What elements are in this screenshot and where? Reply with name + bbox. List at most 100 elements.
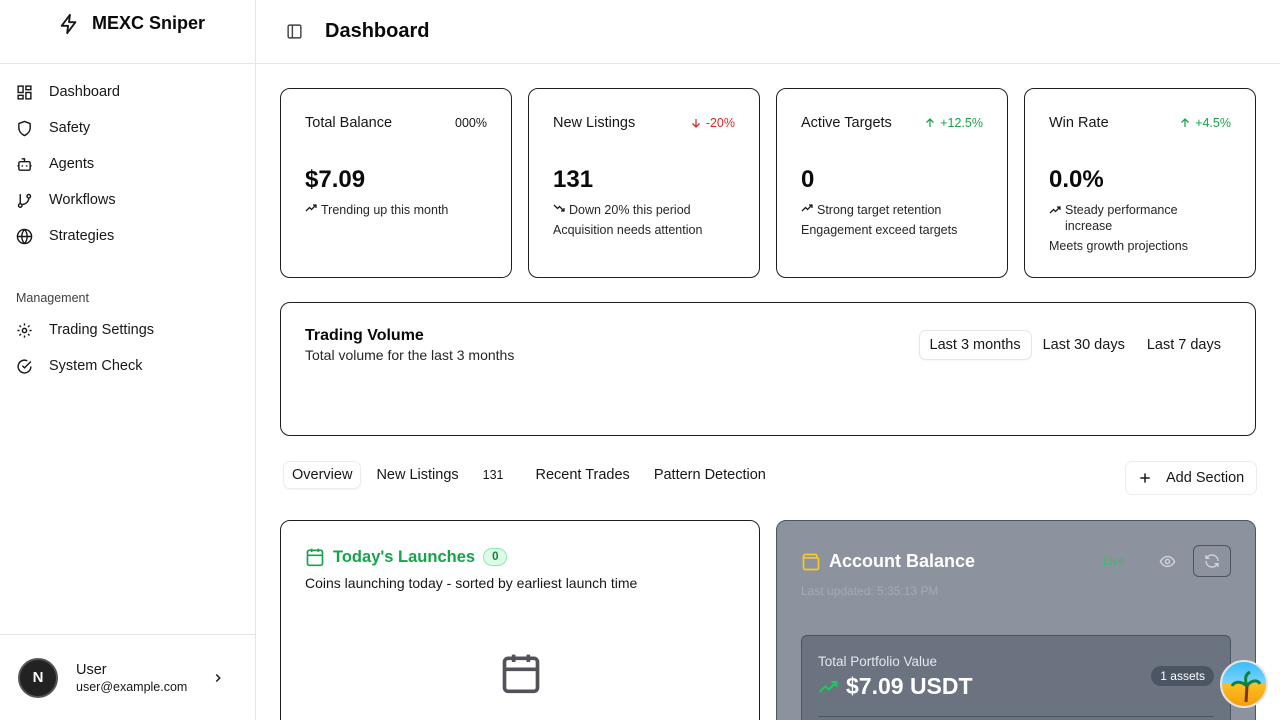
sidebar-item-trading-settings[interactable]: Trading Settings	[0, 312, 255, 348]
trending-up-icon	[818, 677, 838, 697]
divider	[818, 716, 1214, 717]
sidebar-item-label: System Check	[49, 358, 143, 374]
stat-value: 0.0%	[1049, 166, 1104, 193]
chevron-right-icon	[211, 671, 225, 685]
stat-note: Steady performance increase	[1049, 202, 1199, 234]
stat-sub: Acquisition needs attention	[553, 223, 703, 237]
stat-note: Trending up this month	[305, 202, 487, 218]
stat-note-text: Trending up this month	[321, 203, 449, 217]
sidebar-item-label: Dashboard	[49, 84, 120, 100]
stat-title: Active Targets	[801, 115, 892, 131]
add-section-button[interactable]: Add Section	[1126, 462, 1256, 494]
tab-count-badge: 131	[482, 468, 504, 482]
sidebar-item-label: Safety	[49, 120, 91, 136]
avatar: N	[18, 657, 58, 698]
assets-badge: 1 assets	[1151, 666, 1214, 686]
sidebar-item-label: Agents	[49, 156, 95, 172]
account-balance-title: Account Balance	[829, 551, 976, 571]
trending-up-icon	[305, 202, 317, 214]
user-menu[interactable]: N User user@example.com	[0, 634, 255, 720]
stat-value: 0	[801, 166, 815, 193]
sidebar-toggle-icon[interactable]	[286, 23, 303, 40]
management-group-label: Management	[16, 291, 89, 305]
launches-count-badge: 0	[483, 548, 508, 566]
stat-value: 131	[553, 166, 594, 193]
stat-change: +4.5%	[1179, 116, 1231, 130]
trending-up-icon	[1049, 204, 1061, 216]
sidebar-item-label: Strategies	[49, 228, 115, 244]
live-indicator: Live	[1103, 554, 1126, 568]
launches-title: Today's Launches	[333, 547, 476, 566]
stat-card-new-listings: New Listings -20% 131 Down 20% this peri…	[528, 88, 760, 278]
stat-title: Total Balance	[305, 115, 393, 131]
check-circle-icon	[16, 358, 33, 375]
lightning-icon	[58, 13, 80, 35]
stat-title: Win Rate	[1049, 115, 1109, 131]
todays-launches-card: Today's Launches 0 Coins launching today…	[280, 520, 760, 720]
add-section-label: Add Section	[1166, 470, 1245, 486]
tab-overview[interactable]: Overview	[284, 462, 361, 488]
arrow-up-icon	[1179, 117, 1191, 129]
stat-note-text: Steady performance increase	[1065, 203, 1178, 233]
stat-change-value: +4.5%	[1195, 116, 1231, 130]
calendar-icon	[305, 547, 325, 567]
plus-icon	[1138, 471, 1152, 485]
stat-change-value: 000%	[455, 116, 487, 130]
stat-sub: Engagement exceed targets	[801, 223, 958, 237]
header: Dashboard	[256, 0, 1280, 64]
floating-assistant-avatar[interactable]	[1220, 660, 1268, 708]
sidebar-item-label: Trading Settings	[49, 322, 155, 338]
gear-icon	[16, 322, 33, 339]
stat-value: $7.09	[305, 166, 366, 193]
sidebar-item-label: Workflows	[49, 192, 116, 208]
dashboard-icon	[16, 84, 33, 101]
sidebar-item-strategies[interactable]: Strategies	[0, 218, 255, 254]
stat-title: New Listings	[553, 115, 636, 131]
range-last-7-days[interactable]: Last 7 days	[1137, 331, 1231, 359]
calendar-empty-icon	[499, 651, 543, 695]
page-title: Dashboard	[325, 20, 430, 42]
stat-change: 000%	[455, 116, 487, 130]
wallet-icon	[801, 552, 821, 572]
stat-change-value: +12.5%	[940, 116, 983, 130]
trading-volume-card: Trading Volume Total volume for the last…	[280, 302, 1256, 436]
user-email: user@example.com	[76, 679, 188, 694]
sidebar-item-dashboard[interactable]: Dashboard	[0, 74, 255, 110]
sidebar-nav: Dashboard Safety Agents Workflows Strate…	[0, 64, 255, 384]
range-last-30-days[interactable]: Last 30 days	[1033, 331, 1135, 359]
sidebar: MEXC Sniper Dashboard Safety Agents Work…	[0, 0, 256, 720]
user-name: User	[76, 661, 107, 678]
bot-icon	[16, 156, 33, 173]
stat-card-active-targets: Active Targets +12.5% 0 Strong target re…	[776, 88, 1008, 278]
tab-recent-trades[interactable]: Recent Trades	[528, 462, 638, 488]
range-last-3-months[interactable]: Last 3 months	[919, 331, 1031, 359]
stat-change: -20%	[690, 116, 735, 130]
launches-desc: Coins launching today - sorted by earlie…	[305, 575, 638, 591]
tab-label: Pattern Detection	[653, 467, 766, 483]
refresh-icon	[1204, 553, 1220, 569]
tab-new-listings[interactable]: New Listings 131	[368, 462, 511, 488]
section-tabs: Overview New Listings 131 Recent Trades …	[284, 462, 774, 488]
globe-icon	[16, 228, 33, 245]
sidebar-item-system-check[interactable]: System Check	[0, 348, 255, 384]
stat-note: Down 20% this period	[553, 202, 735, 218]
eye-icon[interactable]	[1159, 553, 1176, 570]
sidebar-item-agents[interactable]: Agents	[0, 146, 255, 182]
tab-label: New Listings	[376, 467, 459, 483]
sidebar-item-safety[interactable]: Safety	[0, 110, 255, 146]
refresh-button[interactable]	[1193, 545, 1231, 577]
brand[interactable]: MEXC Sniper	[0, 0, 255, 64]
portfolio-panel: Total Portfolio Value $7.09 USDT 1 asset…	[801, 635, 1231, 720]
account-balance-card: Account Balance Live Last updated: 5:35:…	[776, 520, 1256, 720]
stat-card-total-balance: Total Balance 000% $7.09 Trending up thi…	[280, 88, 512, 278]
tab-label: Recent Trades	[535, 467, 630, 483]
last-updated: Last updated: 5:35:13 PM	[801, 584, 939, 598]
tab-pattern-detection[interactable]: Pattern Detection	[646, 462, 774, 488]
palm-tree-icon	[1230, 670, 1262, 703]
stat-note: Strong target retention	[801, 202, 983, 218]
brand-name: MEXC Sniper	[92, 13, 206, 33]
stat-note-text: Strong target retention	[817, 203, 942, 217]
stat-card-win-rate: Win Rate +4.5% 0.0% Steady performance i…	[1024, 88, 1256, 278]
trending-up-icon	[801, 202, 813, 214]
sidebar-item-workflows[interactable]: Workflows	[0, 182, 255, 218]
